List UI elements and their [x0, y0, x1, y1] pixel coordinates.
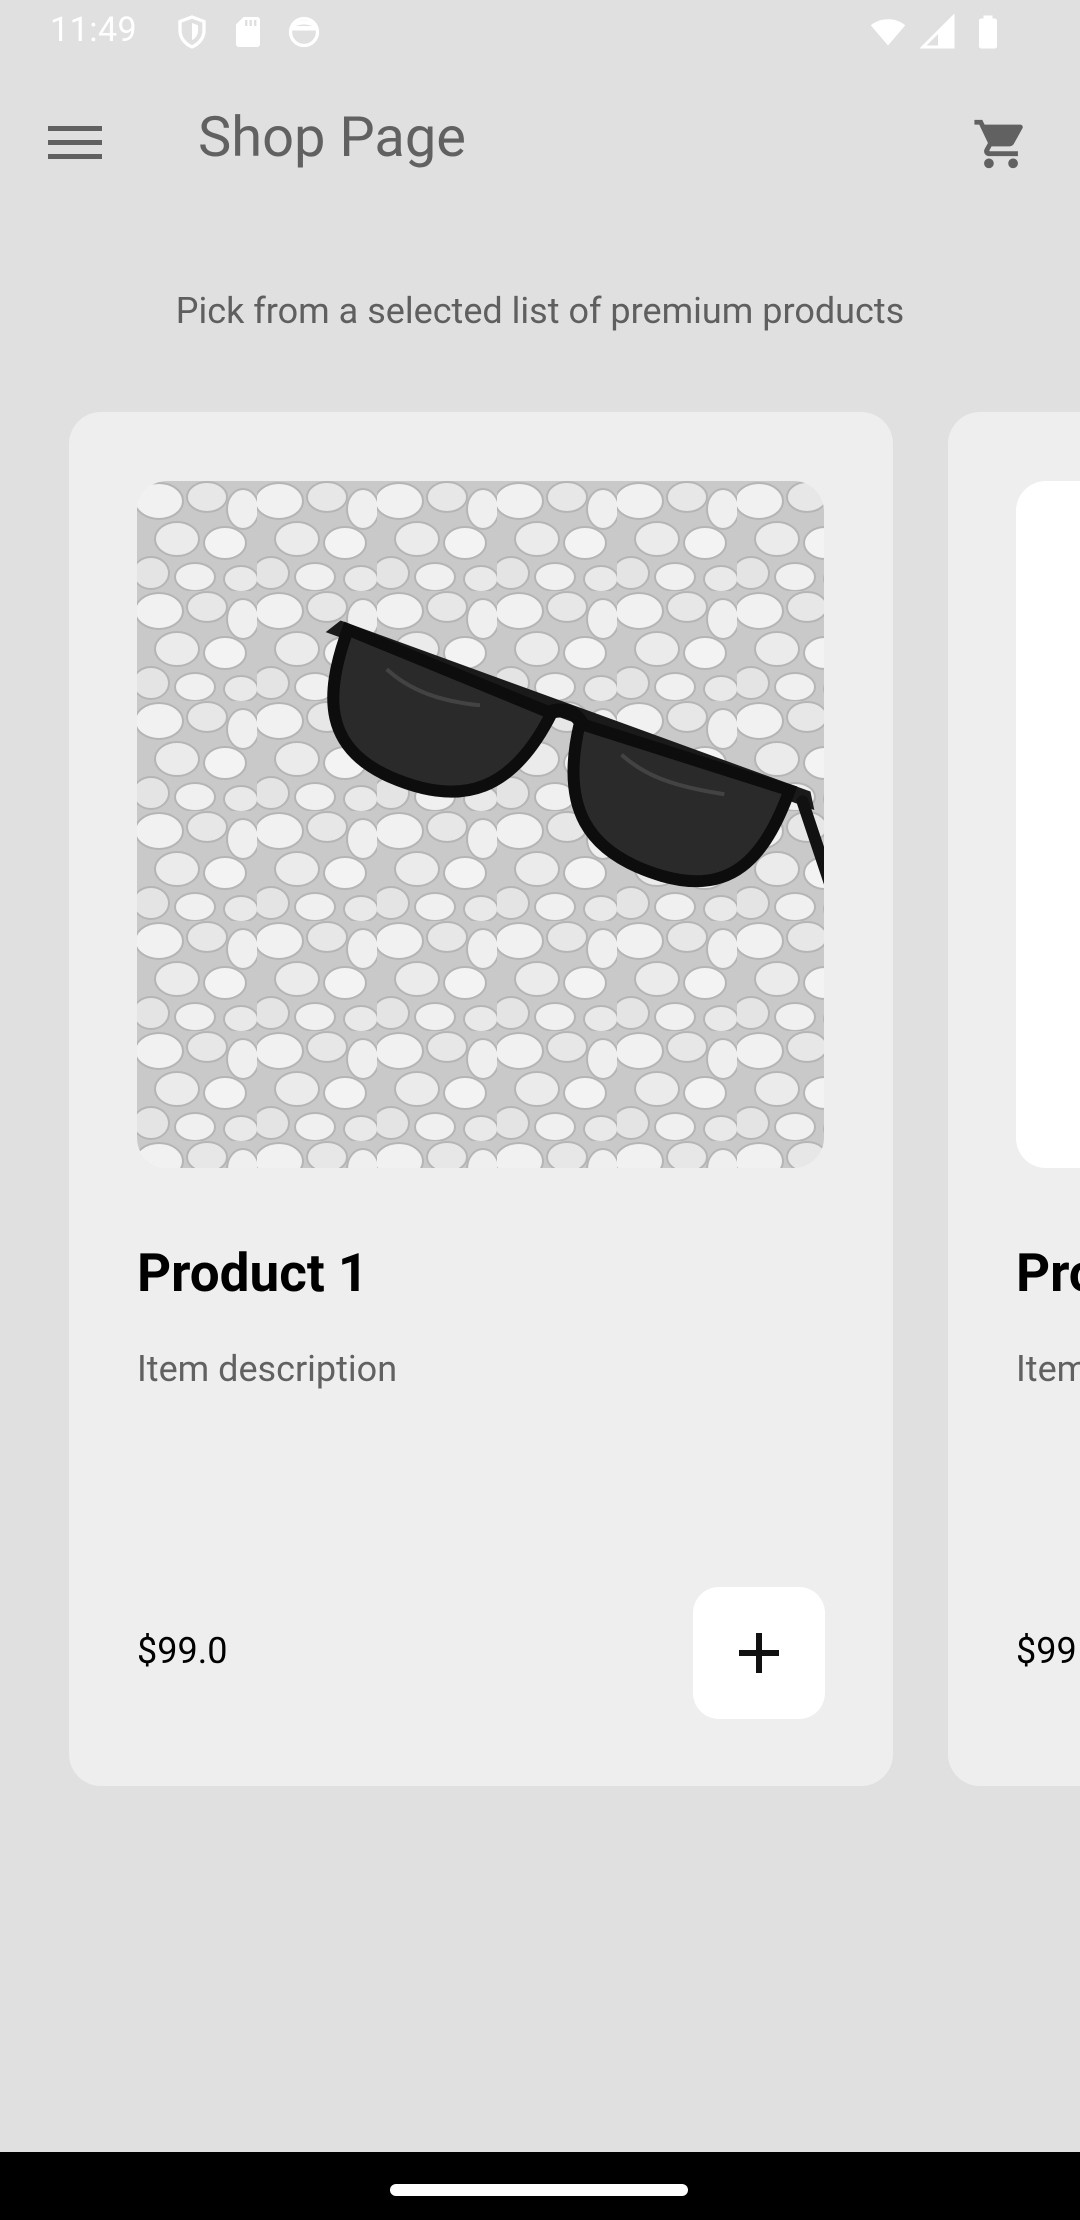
page-title: Shop Page	[198, 104, 466, 170]
signal-icon	[920, 14, 955, 49]
cart-button[interactable]	[956, 104, 1046, 184]
home-gesture-bar[interactable]	[390, 2184, 688, 2196]
status-bar: 11:49	[0, 0, 1080, 64]
product-card[interactable]: Pro Item $99	[948, 412, 1080, 1786]
face-icon	[288, 16, 320, 48]
sunglasses-image	[137, 481, 824, 1168]
product-description: Item description	[137, 1348, 398, 1390]
product-card[interactable]: Product 1 Item description $99.0	[69, 412, 893, 1786]
shield-icon	[178, 15, 206, 49]
status-icons-right	[870, 14, 1006, 50]
product-description: Item	[1016, 1348, 1080, 1390]
page-subtitle: Pick from a selected list of premium pro…	[175, 290, 905, 332]
battery-icon	[979, 15, 997, 49]
product-carousel[interactable]: Product 1 Item description $99.0 Pro Ite…	[0, 412, 1080, 1787]
product-image	[137, 481, 824, 1168]
product-price: $99.0	[137, 1630, 228, 1672]
navigation-bar	[0, 2152, 1080, 2220]
product-title: Pro	[1016, 1242, 1080, 1304]
sd-card-icon	[236, 17, 260, 47]
plus-icon	[739, 1633, 779, 1673]
product-title: Product 1	[137, 1242, 369, 1304]
menu-button[interactable]	[30, 108, 120, 178]
shopping-cart-icon	[974, 119, 1023, 169]
product-image	[1016, 481, 1080, 1168]
status-time: 11:49	[50, 10, 138, 50]
app-bar: Shop Page	[0, 64, 1080, 216]
status-icons-left	[174, 14, 322, 50]
add-to-cart-button[interactable]	[693, 1587, 825, 1719]
wifi-icon	[870, 19, 906, 46]
hamburger-menu-icon	[48, 126, 102, 159]
product-price: $99	[1016, 1630, 1077, 1672]
